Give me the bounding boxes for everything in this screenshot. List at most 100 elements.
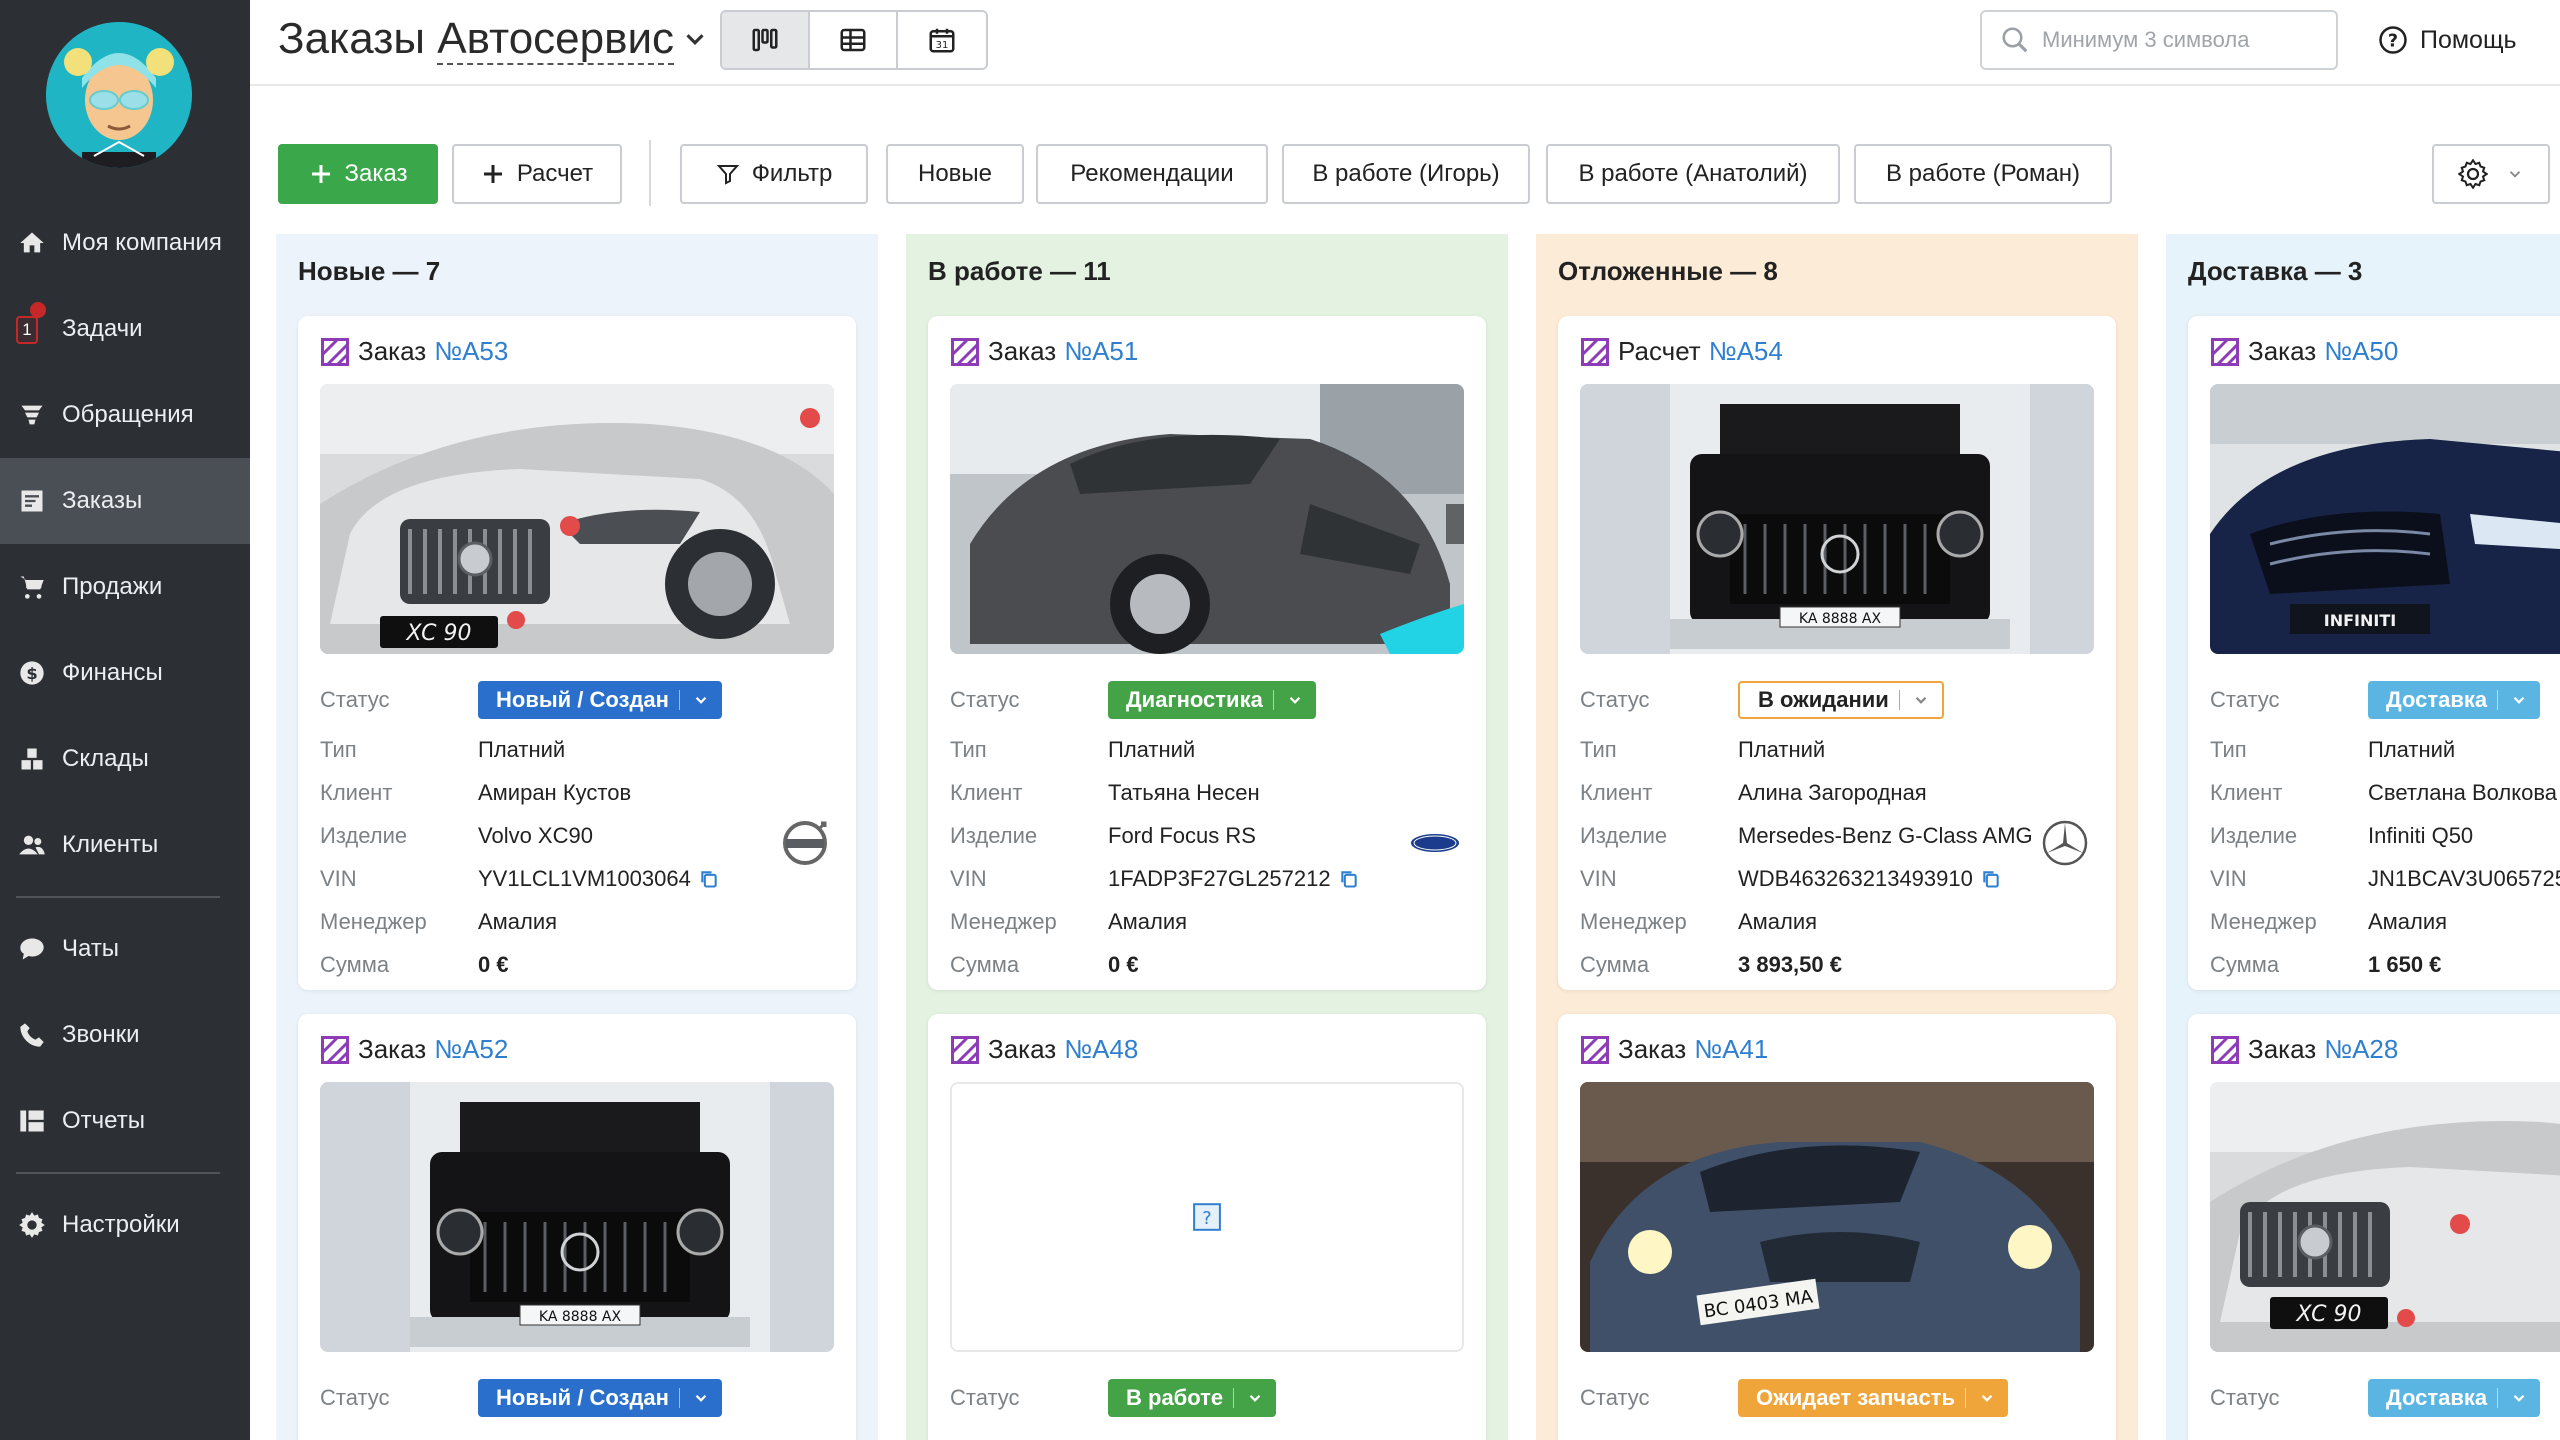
client-link[interactable]: Алина Загородная [1738,780,1927,806]
copy-icon[interactable] [699,869,719,889]
chevron-down-icon [2509,171,2521,178]
filter-button[interactable]: Фильтр [680,144,868,204]
order-card[interactable]: Заказ №A51 Статус Диагностика Тип Платни… [928,316,1486,990]
nav-label: Чаты [62,935,120,962]
add-order-button[interactable]: Заказ [278,144,438,204]
column-title: Новые — 7 [298,256,441,286]
status-dropdown[interactable]: Доставка [2368,1379,2541,1417]
filter-recommendations[interactable]: Рекомендации [1036,144,1268,204]
order-card[interactable]: Заказ №A28 XC 90 Статус Доставка [2188,1014,2560,1440]
column-delivery: Доставка — 3 Заказ №A50 INFINITI Статус [2166,234,2560,1440]
car-photo[interactable] [950,384,1464,654]
status-dropdown[interactable]: В ожидании [1738,681,1944,719]
order-number-link[interactable]: №A51 [1064,336,1138,367]
nav-reports[interactable]: Отчеты [0,1078,250,1164]
nav-chats[interactable]: Чаты [0,906,250,992]
nav-settings[interactable]: Настройки [0,1182,250,1268]
column-new: Новые — 7 Заказ №A53 XC 90 Статус Новый … [276,234,878,1440]
car-photo[interactable]: KA 8888 AX [320,1082,834,1352]
chat-icon [16,933,48,965]
sidebar: Моя компания 1 Задачи Обращения Заказы П… [0,0,250,1440]
help-link[interactable]: ? Помощь [2378,20,2517,60]
nav-label: Продажи [62,573,163,600]
order-icon [951,337,979,366]
order-number-link[interactable]: №A28 [2324,1034,2398,1065]
calendar-view-button[interactable]: 31 [898,12,986,68]
order-card[interactable]: Заказ №A53 XC 90 Статус Новый / Создан Т… [298,316,856,990]
nav-finance[interactable]: $ Финансы [0,630,250,716]
main-nav: Моя компания 1 Задачи Обращения Заказы П… [0,200,250,1268]
nav-orders[interactable]: Заказы [0,458,250,544]
chevron-down-icon [2513,696,2525,704]
order-card[interactable]: Расчет №A54 KA 8888 AX Статус В ожидании… [1558,316,2116,990]
order-details: Статус Новый / Создан Тип Платний Клиент А… [320,676,834,986]
nav-label: Моя компания [62,229,222,256]
orders-icon [16,485,48,517]
filter-new[interactable]: Новые [886,144,1024,204]
order-card[interactable]: Заказ №A48 ? Статус В работе [928,1014,1486,1440]
nav-clients[interactable]: Клиенты [0,802,250,888]
add-calc-button[interactable]: Расчет [452,144,622,204]
nav-label: Обращения [62,401,194,428]
notification-dot [30,302,46,318]
missing-photo[interactable]: ? [950,1082,1464,1352]
order-card[interactable]: Заказ №A41 BC 0403 MA Статус Ожидает зап… [1558,1014,2116,1440]
workspace-selector[interactable]: Автосервис [437,14,675,65]
order-number-link[interactable]: №A54 [1709,336,1783,367]
order-number-link[interactable]: №A50 [2324,336,2398,367]
order-number-link[interactable]: №A41 [1694,1034,1768,1065]
chevron-down-icon[interactable] [680,24,710,54]
order-details: Статус Диагностика Тип Платний Клиент Тать… [950,676,1464,986]
cart-icon [16,571,48,603]
svg-text:?: ? [1202,1208,1211,1229]
car-photo[interactable]: XC 90 [320,384,834,654]
page-title: Заказы Автосервис [278,14,675,65]
chevron-down-icon [1915,696,1927,704]
order-icon [1581,337,1609,366]
svg-text:?: ? [2388,31,2398,51]
nav-warehouses[interactable]: Склады [0,716,250,802]
client-link[interactable]: Татьяна Несен [1108,780,1260,806]
column-title: Отложенные — 8 [1558,256,1778,286]
search-input[interactable] [2042,27,2322,53]
order-details: Статус Новый / Создан [320,1374,834,1426]
company-avatar[interactable] [46,22,192,168]
status-dropdown[interactable]: Ожидает запчасть [1738,1379,2008,1417]
status-dropdown[interactable]: Новый / Создан [478,1379,722,1417]
order-number-link[interactable]: №A53 [434,336,508,367]
filter-in-work-igor[interactable]: В работе (Игорь) [1282,144,1530,204]
car-photo[interactable]: INFINITI [2210,384,2560,654]
users-icon [16,829,48,861]
order-card[interactable]: Заказ №A50 INFINITI Статус Доставка Тип П… [2188,316,2560,990]
status-dropdown[interactable]: В работе [1108,1379,1277,1417]
status-dropdown[interactable]: Диагностика [1108,681,1316,719]
order-details: Статус Доставка [2210,1374,2560,1426]
nav-tasks[interactable]: 1 Задачи [0,286,250,372]
client-link[interactable]: Светлана Волкова [2368,780,2557,806]
nav-calls[interactable]: Звонки [0,992,250,1078]
copy-icon[interactable] [1339,869,1359,889]
board-settings-button[interactable] [2432,144,2550,204]
car-photo[interactable]: KA 8888 AX [1580,384,2094,654]
car-photo[interactable]: BC 0403 MA [1580,1082,2094,1352]
nav-label: Заказы [62,487,143,514]
order-card[interactable]: Заказ №A52 KA 8888 AX Статус Новый / Соз… [298,1014,856,1440]
copy-icon[interactable] [1981,869,2001,889]
filter-in-work-roman[interactable]: В работе (Роман) [1854,144,2112,204]
nav-my-company[interactable]: Моя компания [0,200,250,286]
status-dropdown[interactable]: Новый / Создан [478,681,722,719]
filter-in-work-anatoliy[interactable]: В работе (Анатолий) [1546,144,1840,204]
calendar-icon: 31 [929,28,955,53]
order-details: Статус В работе [950,1374,1464,1426]
nav-label: Звонки [62,1021,140,1048]
status-dropdown[interactable]: Доставка [2368,681,2541,719]
order-number-link[interactable]: №A52 [434,1034,508,1065]
order-details: Статус Доставка Тип Платний Клиент Светлан… [2210,676,2560,986]
car-photo[interactable]: XC 90 [2210,1082,2560,1352]
table-view-button[interactable] [810,12,898,68]
kanban-view-button[interactable] [722,12,810,68]
nav-requests[interactable]: Обращения [0,372,250,458]
nav-sales[interactable]: Продажи [0,544,250,630]
order-number-link[interactable]: №A48 [1064,1034,1138,1065]
client-link[interactable]: Амиран Кустов [478,780,631,806]
